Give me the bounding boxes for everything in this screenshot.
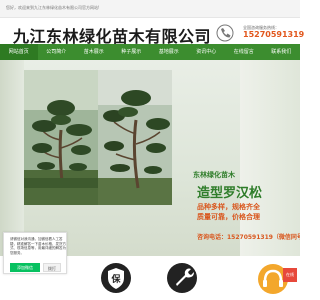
wrench-icon <box>167 263 197 293</box>
add-wechat-button[interactable]: 添加微信 <box>10 263 40 272</box>
nav-item-seeds[interactable]: 种子展示 <box>113 44 151 60</box>
nav-item-base[interactable]: 基地展示 <box>150 44 188 60</box>
nav-item-news[interactable]: 资讯中心 <box>188 44 226 60</box>
online-consult-button[interactable]: 在线 <box>283 268 297 282</box>
phone-icon <box>216 24 234 42</box>
nav-item-seedlings[interactable]: 苗木展示 <box>75 44 113 60</box>
main-nav: 网站首页 公司简介 苗木展示 种子展示 基地展示 资讯中心 在线留言 联系我们 <box>0 44 300 60</box>
chat-message: 请微信对我沟通，加微信看人工答疑，精准解答一下苗木价格、发货方式、现场信息等，用… <box>10 237 66 255</box>
hero-background-right <box>240 60 300 256</box>
nav-item-contact[interactable]: 联系我们 <box>263 44 301 60</box>
hero-background-left <box>0 60 24 256</box>
shield-icon: 保 <box>101 263 131 293</box>
promo-feature-line-1: 品种多样，规格齐全 <box>197 203 260 211</box>
hotline-number[interactable]: 15270591319 <box>243 30 304 39</box>
welcome-text: 您好，欢迎来到九江东林绿化苗木有限公司官方网站! <box>6 5 100 10</box>
call-button[interactable]: 拨打 <box>43 263 61 272</box>
nav-item-message[interactable]: 在线留言 <box>225 44 263 60</box>
svg-text:保: 保 <box>110 273 121 285</box>
pine-photo-1 <box>24 70 98 205</box>
chat-popup: 请微信对我沟通，加微信看人工答疑，精准解答一下苗木价格、发货方式、现场信息等，用… <box>3 232 67 274</box>
nav-item-home[interactable]: 网站首页 <box>0 44 38 60</box>
promo-feature-line-2: 质量可靠，价格合理 <box>197 213 260 221</box>
hero-banner[interactable]: 东林绿化苗木 造型罗汉松 品种多样，规格齐全 质量可靠，价格合理 咨询电话：15… <box>0 60 300 256</box>
feature-icons: 保 <box>70 262 240 300</box>
nav-item-about[interactable]: 公司简介 <box>38 44 76 60</box>
top-welcome-bar: 您好，欢迎来到九江东林绿化苗木有限公司官方网站! <box>0 0 300 18</box>
promo-heading: 造型罗汉松 <box>197 186 263 201</box>
pine-photo-2 <box>98 70 172 205</box>
promo-contact-phone: 咨询电话：15270591319（微信同号） <box>197 234 300 241</box>
promo-company: 东林绿化苗木 <box>193 171 235 179</box>
